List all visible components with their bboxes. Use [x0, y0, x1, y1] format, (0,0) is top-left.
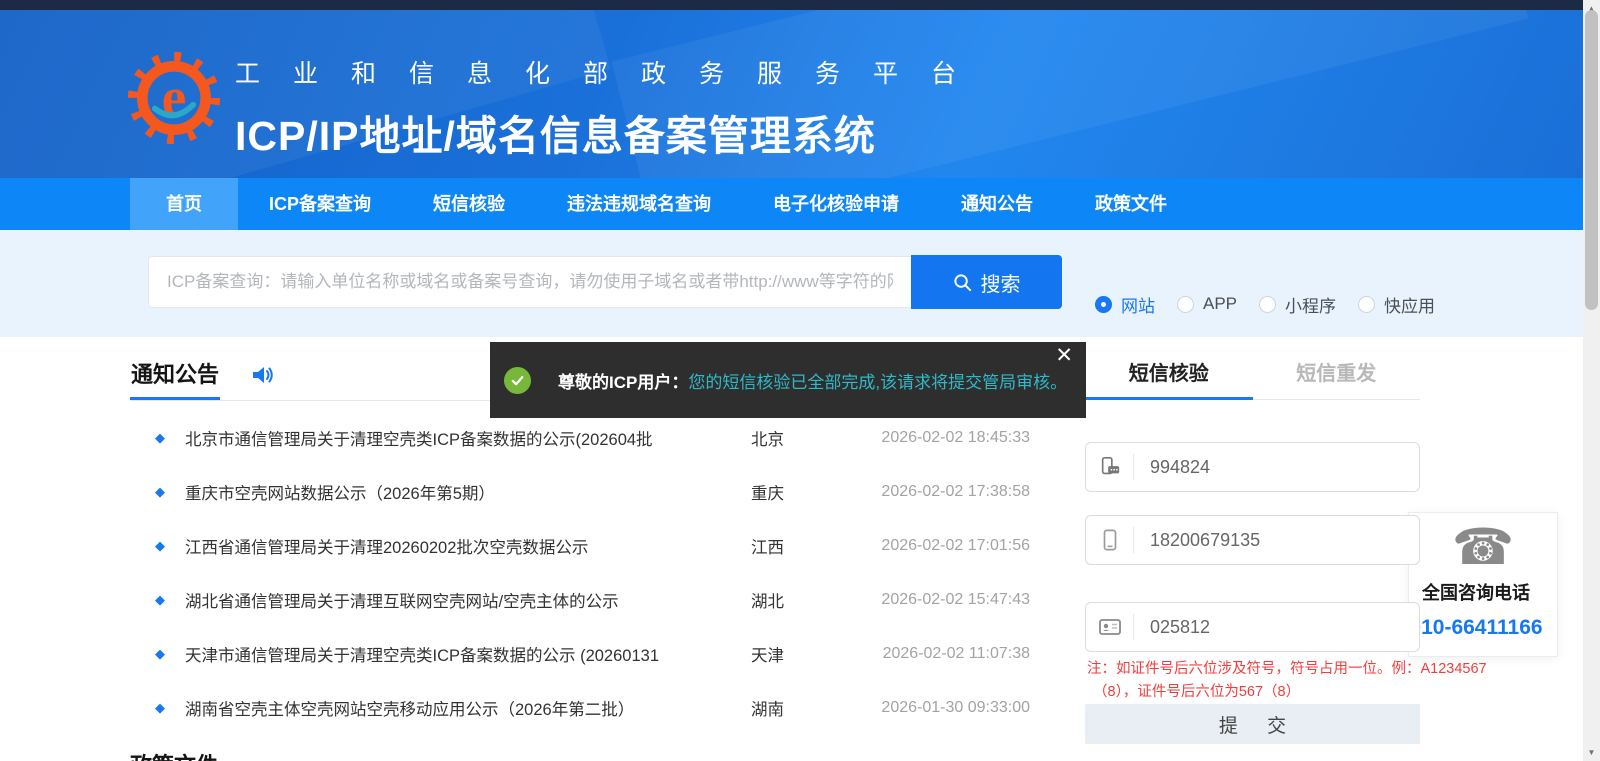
success-check-icon — [504, 366, 531, 394]
radio-icon — [1259, 295, 1277, 313]
notice-region: 湖北 — [751, 593, 784, 611]
diamond-bullet-icon: ◆ — [155, 646, 165, 661]
notice-datetime: 2026-02-02 11:07:38 — [882, 645, 1030, 662]
radio-icon — [1177, 295, 1194, 313]
radio-selected-icon — [1095, 295, 1112, 313]
notice-region: 天津 — [751, 647, 784, 665]
phone-number-field[interactable] — [1085, 515, 1420, 565]
notice-datetime: 2026-01-30 09:33:00 — [881, 699, 1030, 716]
notice-row[interactable]: ◆ 天津市通信管理局关于清理空壳类ICP备案数据的公示 (20260131 天津… — [130, 627, 1030, 681]
notice-datetime: 2026-02-02 15:47:43 — [881, 591, 1030, 608]
toast-message: 您的短信核验已全部完成,该请求将提交管局审核。 — [688, 372, 1068, 392]
search-input[interactable] — [148, 256, 911, 308]
notice-datetime: 2026-02-02 17:38:58 — [881, 483, 1030, 500]
notice-title[interactable]: 湖北省通信管理局关于清理互联网空壳网站/空壳主体的公示 — [185, 588, 733, 612]
next-section-title: 政策文件 — [130, 748, 218, 761]
hotline-card: ☎ 全国咨询电话 010-66411166 — [1408, 512, 1558, 657]
radio-label: 网站 — [1121, 296, 1155, 316]
svg-text:e: e — [162, 67, 187, 129]
notice-title[interactable]: 江西省通信管理局关于清理20260202批次空壳数据公示 — [185, 534, 733, 558]
notice-row[interactable]: ◆ 江西省通信管理局关于清理20260202批次空壳数据公示 江西 2026-0… — [130, 519, 1030, 573]
notice-list: ◆ 北京市通信管理局关于清理空壳类ICP备案数据的公示(202604批 北京 2… — [130, 411, 1030, 735]
search-type-options: 网站 APP 小程序 快应用 — [1095, 292, 1435, 316]
speaker-icon[interactable] — [250, 363, 274, 387]
search-button[interactable]: 搜索 — [911, 255, 1062, 309]
sms-panel-tabs: 短信核验 短信重发 — [1085, 352, 1420, 400]
diamond-bullet-icon: ◆ — [155, 592, 165, 607]
id-last6-field[interactable] — [1085, 602, 1420, 652]
search-button-label: 搜索 — [980, 273, 1021, 296]
notice-region: 重庆 — [751, 485, 784, 503]
main-nav: 首页 ICP备案查询 短信核验 违法违规域名查询 电子化核验申请 通知公告 政策… — [0, 178, 1583, 230]
notice-region: 湖南 — [751, 701, 784, 719]
notice-row[interactable]: ◆ 湖北省通信管理局关于清理互联网空壳网站/空壳主体的公示 湖北 2026-02… — [130, 573, 1030, 627]
radio-icon — [1358, 295, 1376, 313]
nav-item-illegal-domain-query[interactable]: 违法违规域名查询 — [536, 178, 742, 230]
notices-title: 通知公告 — [130, 352, 221, 400]
toast-notification: 尊敬的ICP用户： 您的短信核验已全部完成,该请求将提交管局审核。 ✕ — [490, 342, 1086, 418]
notice-title[interactable]: 重庆市空壳网站数据公示（2026年第5期） — [185, 480, 733, 504]
diamond-bullet-icon: ◆ — [155, 430, 165, 445]
notice-title[interactable]: 湖南省空壳主体空壳网站空壳移动应用公示（2026年第二批） — [185, 696, 733, 720]
top-strip — [0, 0, 1583, 10]
notice-row[interactable]: ◆ 北京市通信管理局关于清理空壳类ICP备案数据的公示(202604批 北京 2… — [130, 411, 1030, 465]
id-last6-input[interactable] — [1134, 615, 1402, 639]
scrollbar-thumb[interactable] — [1585, 10, 1598, 310]
magnifier-icon — [953, 273, 971, 291]
note-line-2: （8），证件号后六位为567（8） — [1093, 684, 1301, 700]
nav-item-notices[interactable]: 通知公告 — [930, 178, 1064, 230]
diamond-bullet-icon: ◆ — [155, 538, 165, 553]
nav-item-icp-query[interactable]: ICP备案查询 — [238, 178, 402, 230]
radio-mini-program[interactable]: 小程序 — [1259, 292, 1336, 317]
toast-prefix: 尊敬的ICP用户： — [558, 372, 689, 392]
radio-label: APP — [1203, 294, 1238, 313]
tab-sms-resend[interactable]: 短信重发 — [1252, 352, 1420, 400]
diamond-bullet-icon: ◆ — [155, 484, 165, 499]
notice-row[interactable]: ◆ 湖南省空壳主体空壳网站空壳移动应用公示（2026年第二批） 湖南 2026-… — [130, 681, 1030, 735]
note-line-1: 注：如证件号后六位涉及符号，符号占用一位。例：A1234567 — [1087, 661, 1487, 677]
verification-code-field[interactable] — [1085, 442, 1420, 492]
notice-title[interactable]: 北京市通信管理局关于清理空壳类ICP备案数据的公示(202604批 — [185, 426, 733, 450]
telephone-icon: ☎ — [1451, 519, 1515, 575]
scroll-down-arrow[interactable]: ▼ — [1583, 745, 1600, 760]
page: e 工业和信息化部政务服务平台 ICP/IP地址/域名信息备案管理系统 首页 I… — [0, 0, 1583, 761]
search-section: 搜索 网站 APP 小程序 快应用 — [0, 230, 1583, 337]
hotline-label: 全国咨询电话 — [1422, 583, 1530, 603]
site-header: e 工业和信息化部政务服务平台 ICP/IP地址/域名信息备案管理系统 — [0, 10, 1583, 178]
notice-row[interactable]: ◆ 重庆市空壳网站数据公示（2026年第5期） 重庆 2026-02-02 17… — [130, 465, 1030, 519]
verification-code-input[interactable] — [1134, 455, 1402, 479]
radio-quick-app[interactable]: 快应用 — [1358, 292, 1435, 317]
id-symbol-note: 注：如证件号后六位涉及符号，符号占用一位。例：A1234567 （8），证件号后… — [1087, 658, 1487, 704]
nav-item-home[interactable]: 首页 — [130, 178, 238, 230]
sms-icon — [1086, 454, 1134, 480]
diamond-bullet-icon: ◆ — [155, 700, 165, 715]
close-icon[interactable]: ✕ — [1055, 344, 1073, 368]
notice-datetime: 2026-02-02 18:45:33 — [881, 429, 1030, 446]
mobile-icon — [1086, 527, 1134, 553]
miit-gear-logo-icon: e — [126, 44, 222, 152]
notice-region: 江西 — [751, 539, 784, 557]
nav-item-e-verify-apply[interactable]: 电子化核验申请 — [742, 178, 930, 230]
submit-button[interactable]: 提 交 — [1085, 704, 1420, 744]
phone-number-input[interactable] — [1134, 528, 1402, 552]
sms-verify-panel: 短信核验 短信重发 994824 18200679135 025812 注：如证… — [1085, 352, 1487, 744]
radio-label: 小程序 — [1285, 296, 1337, 316]
id-card-icon — [1086, 614, 1134, 640]
notice-region: 北京 — [751, 431, 784, 449]
notice-title[interactable]: 天津市通信管理局关于清理空壳类ICP备案数据的公示 (20260131 — [185, 642, 733, 666]
radio-label: 快应用 — [1384, 296, 1436, 316]
nav-item-sms-verify[interactable]: 短信核验 — [402, 178, 536, 230]
page-title: ICP/IP地址/域名信息备案管理系统 — [235, 113, 876, 159]
scrollbar[interactable]: ▲ ▼ — [1583, 0, 1600, 761]
radio-app[interactable]: APP — [1177, 294, 1237, 314]
platform-title: 工业和信息化部政务服务平台 — [235, 60, 990, 88]
nav-item-policy-files[interactable]: 政策文件 — [1064, 178, 1198, 230]
browser-viewport: e 工业和信息化部政务服务平台 ICP/IP地址/域名信息备案管理系统 首页 I… — [0, 0, 1600, 761]
header-titles: 工业和信息化部政务服务平台 ICP/IP地址/域名信息备案管理系统 — [235, 54, 989, 162]
radio-website[interactable]: 网站 — [1095, 292, 1155, 317]
tab-sms-verify[interactable]: 短信核验 — [1085, 352, 1253, 400]
notice-datetime: 2026-02-02 17:01:56 — [881, 537, 1030, 554]
